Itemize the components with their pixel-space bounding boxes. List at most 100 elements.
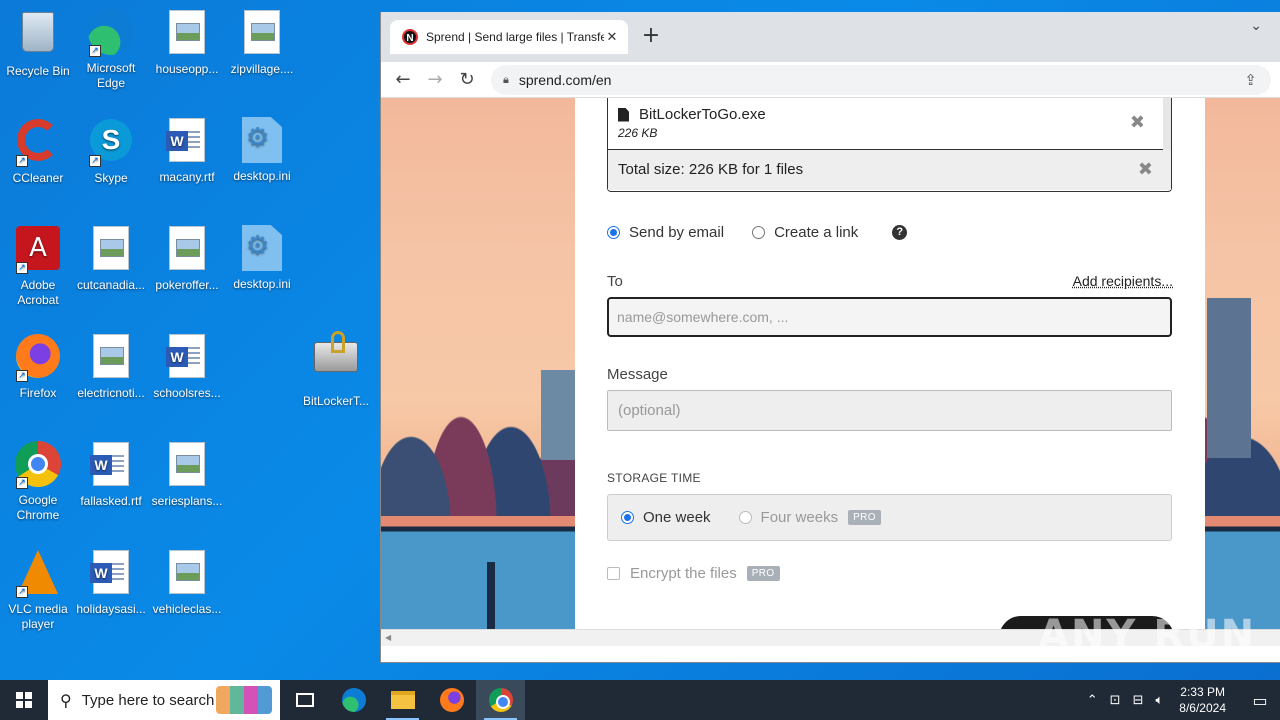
acrobat-icon: A ↗ (14, 226, 62, 274)
message-label: Message (607, 366, 668, 383)
search-icon: ⚲ (60, 690, 72, 710)
search-highlight-image (216, 686, 272, 714)
address-bar[interactable]: 🔒︎ sprend.com/en ⇪ (491, 65, 1271, 95)
close-icon[interactable]: ✕ (604, 30, 620, 45)
to-label: To (607, 273, 623, 290)
message-textarea[interactable]: (optional) (607, 390, 1172, 431)
file-list-scrollbar[interactable] (1163, 98, 1171, 150)
desktop-icon-zipvillage[interactable]: zipvillage.... (224, 8, 300, 77)
taskbar-edge[interactable] (329, 680, 378, 720)
image-file-icon (87, 334, 135, 382)
word-file-icon: W (87, 442, 135, 490)
remove-file-icon[interactable]: ✖ (1130, 112, 1145, 133)
one-week-option[interactable]: One week (621, 509, 711, 526)
desktop-icon-ccleaner[interactable]: ↗ CCleaner (0, 116, 76, 186)
pro-badge: PRO (746, 566, 780, 581)
desktop-icon-bitlocker[interactable]: BitLockerT... (298, 331, 374, 409)
volume-icon[interactable]: 🔈︎ (1155, 693, 1163, 708)
desktop-icon-vehicleclas[interactable]: vehicleclas... (149, 548, 225, 617)
reload-icon[interactable]: ↻ (451, 69, 483, 90)
desktop-icon-firefox[interactable]: ↗ Firefox (0, 332, 76, 401)
help-icon[interactable]: ? (892, 225, 908, 240)
tab-sprend[interactable]: N Sprend | Send large files | Transfer ✕ (390, 20, 628, 54)
taskbar-firefox[interactable] (427, 680, 476, 720)
desktop-icon-label: pokeroffer... (155, 278, 219, 292)
taskbar: ⚲ Type here to search ⌃ ⊡ ⊟ 🔈︎ 2:33 PM 8… (0, 680, 1280, 720)
task-view-button[interactable] (280, 680, 329, 720)
ccleaner-icon: ↗ (14, 119, 62, 167)
folder-icon (390, 691, 415, 709)
taskbar-search-box[interactable]: ⚲ Type here to search (48, 680, 280, 720)
desktop-icon-label: desktop.ini (233, 169, 291, 183)
edge-icon: ↗ (87, 9, 135, 57)
new-tab-plus-icon[interactable]: + (639, 24, 663, 48)
desktop-icon-cutcanadia[interactable]: cutcanadia... (73, 224, 149, 293)
desktop-icon-skype[interactable]: S ↗ Skype (73, 116, 149, 186)
chevron-down-icon[interactable]: ⌄ (1250, 18, 1262, 34)
send-mode-options: Send by email Create a link ? (607, 224, 908, 241)
create-link-label: Create a link (774, 224, 859, 241)
system-tray: ⌃ ⊡ ⊟ 🔈︎ 2:33 PM 8/6/2024 ▭ (1081, 680, 1280, 720)
file-name: BitLockerToGo.exe (639, 106, 766, 123)
upload-form-card: BitLockerToGo.exe 226 KB ✖ Total size: 2… (575, 98, 1205, 646)
desktop-icon-desktop-ini-1[interactable]: desktop.ini (224, 116, 300, 184)
send-by-email-radio[interactable] (607, 226, 620, 239)
desktop-icon-label: vehicleclas... (152, 602, 222, 616)
four-weeks-label: Four weeks (760, 509, 839, 526)
send-by-email-option[interactable]: Send by email (607, 224, 724, 241)
add-recipients-link[interactable]: Add recipients... (1073, 273, 1173, 289)
desktop-icon-schoolsres[interactable]: W schoolsres... (149, 332, 225, 401)
to-email-input[interactable]: name@somewhere.com, ... (607, 297, 1172, 337)
chrome-icon: ↗ (14, 441, 62, 489)
desktop-icon-houseopp[interactable]: houseopp... (149, 8, 225, 77)
clock[interactable]: 2:33 PM 8/6/2024 (1179, 684, 1226, 716)
desktop-icon-google-chrome[interactable]: ↗ Google Chrome (0, 440, 76, 523)
firefox-icon: ↗ (14, 334, 62, 382)
total-size-text: Total size: 226 KB for 1 files (618, 161, 804, 178)
create-link-option[interactable]: Create a link (752, 224, 858, 241)
desktop-icon-microsoft-edge[interactable]: ↗ Microsoft Edge (73, 8, 149, 91)
sprend-favicon-icon: N (402, 29, 418, 45)
file-list: BitLockerToGo.exe 226 KB ✖ Total size: 2… (607, 98, 1172, 192)
desktop-icon-label: Microsoft Edge (86, 61, 136, 90)
storage-time-options: One week Four weeks PRO (607, 494, 1172, 541)
taskbar-file-explorer[interactable] (378, 680, 427, 720)
remove-all-icon[interactable]: ✖ (1138, 159, 1153, 180)
desktop-icon-adobe-acrobat[interactable]: A ↗ Adobe Acrobat (0, 224, 76, 308)
encrypt-label: Encrypt the files (630, 565, 737, 582)
tab-title: Sprend | Send large files | Transfer (426, 30, 604, 44)
network-icon[interactable]: ⊟ (1133, 693, 1144, 708)
image-file-icon (238, 10, 286, 58)
chevron-up-icon[interactable]: ⌃ (1087, 693, 1098, 708)
create-link-radio[interactable] (752, 226, 766, 239)
one-week-label: One week (643, 509, 711, 526)
start-button[interactable] (0, 680, 48, 720)
desktop-icon-fallasked[interactable]: W fallasked.rtf (73, 440, 149, 509)
taskbar-chrome[interactable] (476, 680, 525, 720)
windows-logo-icon (16, 692, 32, 708)
recycle-bin-icon (14, 12, 62, 60)
device-icon[interactable]: ⊡ (1110, 693, 1121, 708)
notification-icon[interactable]: ▭ (1240, 691, 1280, 710)
desktop-icon-desktop-ini-2[interactable]: desktop.ini (224, 224, 300, 292)
back-arrow-icon[interactable]: ← (387, 69, 419, 90)
desktop-icon-holidaysasi[interactable]: W holidaysasi... (73, 548, 149, 617)
desktop-icon-recycle-bin[interactable]: Recycle Bin (0, 8, 76, 79)
desktop-icon-seriesplans[interactable]: seriesplans... (149, 440, 225, 509)
firefox-icon (439, 688, 464, 712)
one-week-radio[interactable] (621, 511, 634, 524)
share-icon[interactable]: ⇪ (1244, 71, 1257, 89)
desktop-icon-vlc[interactable]: ↗ VLC media player (0, 548, 76, 632)
browser-toolbar: ← → ↻ 🔒︎ sprend.com/en ⇪ (381, 62, 1280, 98)
url-text: sprend.com/en (518, 72, 612, 88)
scroll-left-icon[interactable]: ◀ (385, 633, 391, 642)
desktop-icon-electricnoti[interactable]: electricnoti... (73, 332, 149, 401)
anyrun-watermark: ANY RUN (1038, 612, 1257, 658)
image-file-icon (87, 226, 135, 274)
chrome-window: N Sprend | Send large files | Transfer ✕… (380, 12, 1280, 663)
desktop-icon-macany[interactable]: W macany.rtf (149, 116, 225, 185)
word-file-icon: W (163, 334, 211, 382)
desktop-icon-pokeroffer[interactable]: pokeroffer... (149, 224, 225, 293)
forward-arrow-icon[interactable]: → (419, 69, 451, 90)
file-icon (618, 107, 629, 122)
